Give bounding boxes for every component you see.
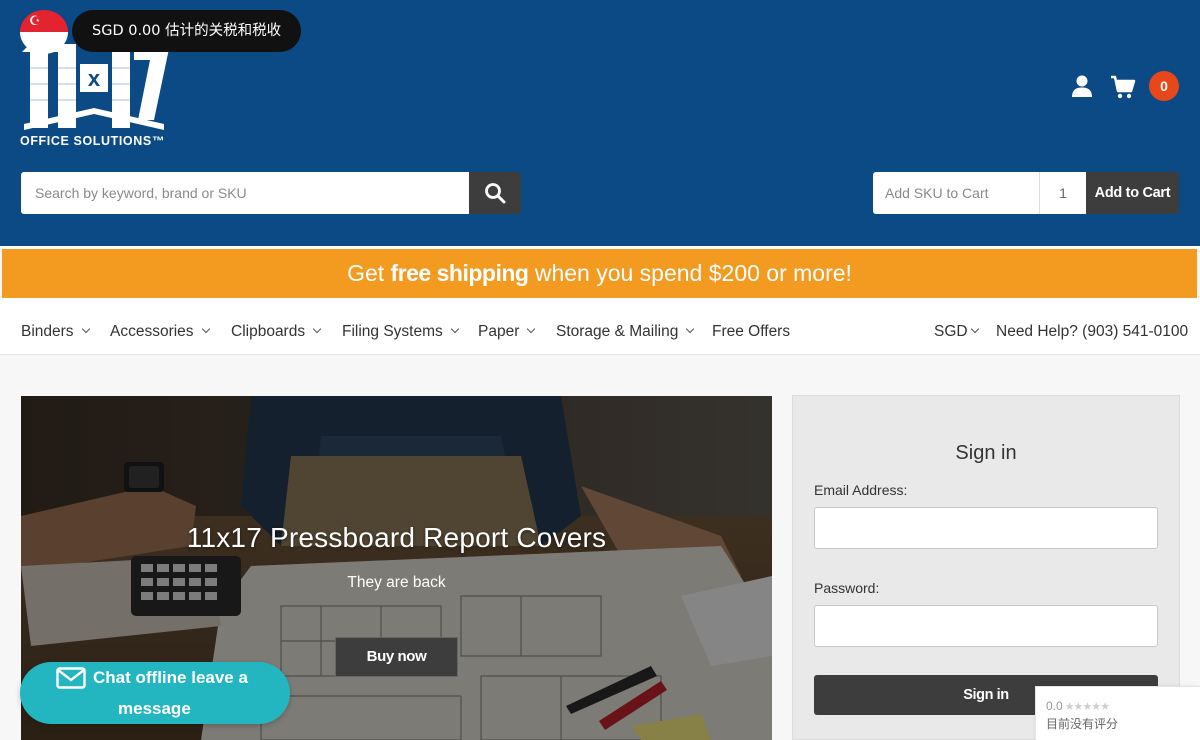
rating-score-row: 0.0 ★★★★★ [1046,699,1110,713]
rating-badge[interactable]: 0.0 ★★★★★ 目前没有评分 [1035,686,1200,740]
promo-suffix: when you spend $200 or more! [528,260,852,286]
signin-title: Sign in [955,442,1017,464]
promo-highlight: free shipping [390,260,529,286]
email-field[interactable] [814,507,1158,549]
currency-estimate-popup: SGD 0.00 估计的关税和税收 [72,10,302,52]
chevron-down-icon [450,324,460,334]
cart-count-badge[interactable]: 0 [1149,71,1179,101]
hero-title: 11x17 Pressboard Report Covers [186,522,607,553]
chevron-down-icon [81,324,90,334]
cart-icon[interactable] [1110,74,1136,100]
email-label: Email Address: [814,482,908,498]
rating-score: 0.0 [1046,699,1063,713]
promo-banner: Get free shipping when you spend $200 or… [2,249,1197,298]
quantity-input[interactable] [1039,172,1086,214]
rating-stars-icon: ★★★★★ [1064,701,1110,713]
chevron-down-icon [312,324,322,334]
nav-item-binders[interactable]: Binders [21,298,90,354]
nav-label: Storage & Mailing [556,323,679,340]
search-icon [485,183,506,204]
rating-text: 目前没有评分 [1046,717,1119,731]
nav-item-paper[interactable]: Paper [478,298,536,354]
nav-item-accessories[interactable]: Accessories [110,298,210,354]
chat-label-line2: message [118,699,191,718]
password-label: Password: [814,580,880,596]
nav-label: Accessories [110,323,194,340]
search-input[interactable] [21,172,469,214]
currency-label: SGD [934,323,968,340]
nav-item-storage-mailing[interactable]: Storage & Mailing [556,298,695,354]
envelope-icon [56,667,86,689]
singapore-flag-icon[interactable]: ☪ [20,10,68,54]
logo-text: OFFICE SOLUTIONS™ [20,134,165,148]
search-button[interactable] [469,172,521,214]
sku-input[interactable] [873,172,1039,214]
nav-label: Free Offers [712,323,791,340]
chevron-down-icon [201,324,210,334]
chevron-down-icon [970,324,979,334]
buy-now-button[interactable]: Buy now [335,637,458,677]
main-nav: Binders Accessories Clipboards Filing Sy… [0,298,1200,355]
chevron-down-icon [527,324,536,334]
hero-subtitle: They are back [347,574,446,591]
nav-item-clipboards[interactable]: Clipboards [231,298,322,354]
nav-item-free-offers[interactable]: Free Offers [712,298,790,354]
promo-prefix: Get [347,260,391,286]
nav-label: Paper [478,323,520,340]
chat-widget-button[interactable]: Chat offline leave a message [20,662,290,724]
currency-selector[interactable]: SGD [934,298,979,354]
add-to-cart-button[interactable]: Add to Cart [1086,172,1179,214]
nav-label: Filing Systems [342,323,443,340]
password-field[interactable] [814,605,1158,647]
nav-label: Binders [21,323,74,340]
chat-label-line1: Chat offline leave a [93,668,248,687]
svg-text:x: x [88,66,101,91]
chevron-down-icon [686,324,695,334]
nav-item-filing-systems[interactable]: Filing Systems [342,298,460,354]
nav-label: Clipboards [231,323,306,340]
help-phone-link[interactable]: Need Help? (903) 541-0100 [996,298,1188,354]
user-account-icon[interactable] [1070,74,1094,98]
